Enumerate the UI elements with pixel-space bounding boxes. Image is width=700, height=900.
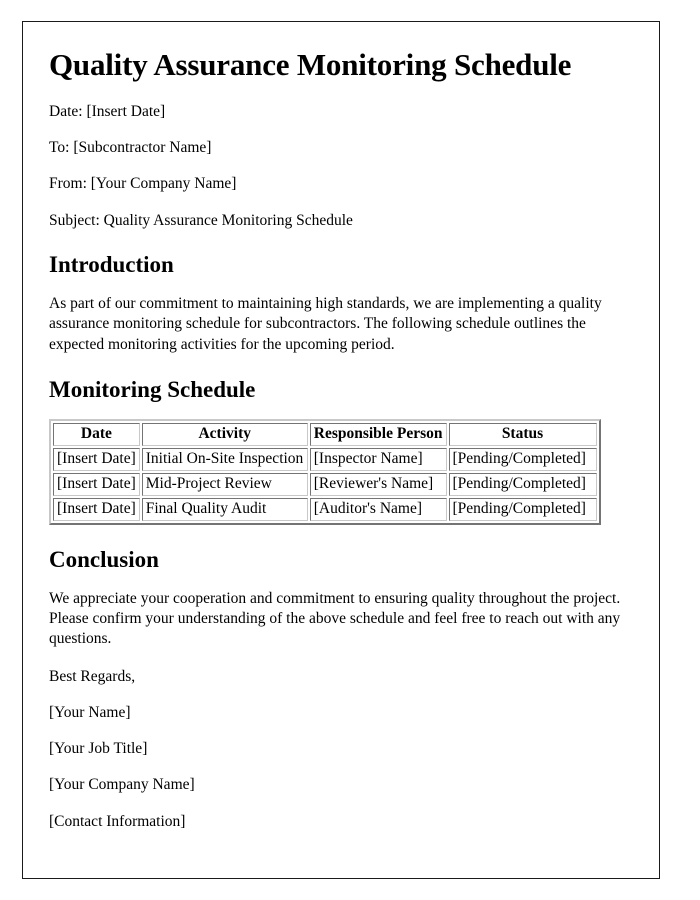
cell-status: [Pending/Completed]	[448, 497, 597, 521]
table-row: [Insert Date] Final Quality Audit [Audit…	[53, 497, 597, 521]
table-header: Date Activity Responsible Person Status	[53, 423, 597, 447]
column-header-date: Date	[53, 423, 140, 447]
cell-date: [Insert Date]	[53, 448, 140, 471]
section-heading-conclusion: Conclusion	[49, 546, 159, 572]
signature-closing: Best Regards,	[49, 667, 136, 685]
cell-activity: Initial On-Site Inspection	[141, 448, 308, 471]
metadata-from: From: [Your Company Name]	[49, 175, 237, 193]
cell-responsible-person: [Reviewer's Name]	[309, 472, 447, 496]
column-header-status: Status	[448, 423, 597, 447]
page-title: Quality Assurance Monitoring Schedule	[49, 47, 572, 82]
section-heading-monitoring-schedule: Monitoring Schedule	[49, 376, 256, 402]
introduction-paragraph: As part of our commitment to maintaining…	[49, 295, 602, 353]
column-header-responsible-person: Responsible Person	[309, 423, 447, 447]
signature-name: [Your Name]	[49, 703, 131, 721]
conclusion-paragraph: We appreciate your cooperation and commi…	[49, 590, 621, 648]
signature-job-title: [Your Job Title]	[49, 740, 148, 758]
metadata-to: To: [Subcontractor Name]	[49, 139, 212, 156]
document-page: Quality Assurance Monitoring Schedule Da…	[22, 21, 660, 879]
cell-activity: Mid-Project Review	[141, 472, 308, 496]
signature-company-name: [Your Company Name]	[49, 776, 195, 794]
cell-responsible-person: [Inspector Name]	[309, 448, 447, 471]
column-header-activity: Activity	[141, 423, 308, 447]
table-header-row: Date Activity Responsible Person Status	[53, 423, 597, 447]
cell-date: [Insert Date]	[53, 472, 140, 496]
section-heading-introduction: Introduction	[49, 251, 174, 277]
table-row: [Insert Date] Initial On-Site Inspection…	[53, 448, 597, 471]
metadata-date: Date: [Insert Date]	[49, 102, 166, 120]
table-row: [Insert Date] Mid-Project Review [Review…	[53, 472, 597, 496]
cell-responsible-person: [Auditor's Name]	[309, 497, 447, 521]
signature-contact-information: [Contact Information]	[49, 812, 186, 830]
monitoring-schedule-table: Date Activity Responsible Person Status …	[49, 419, 601, 525]
metadata-subject: Subject: Quality Assurance Monitoring Sc…	[49, 211, 353, 229]
table-body: [Insert Date] Initial On-Site Inspection…	[53, 448, 597, 521]
cell-status: [Pending/Completed]	[448, 448, 597, 471]
document-metadata-block: Date: [Insert Date] To: [Subcontractor N…	[49, 103, 633, 230]
cell-status: [Pending/Completed]	[448, 472, 597, 496]
cell-date: [Insert Date]	[53, 497, 140, 521]
cell-activity: Final Quality Audit	[141, 497, 308, 521]
signature-block: Best Regards, [Your Name] [Your Job Titl…	[49, 668, 633, 831]
